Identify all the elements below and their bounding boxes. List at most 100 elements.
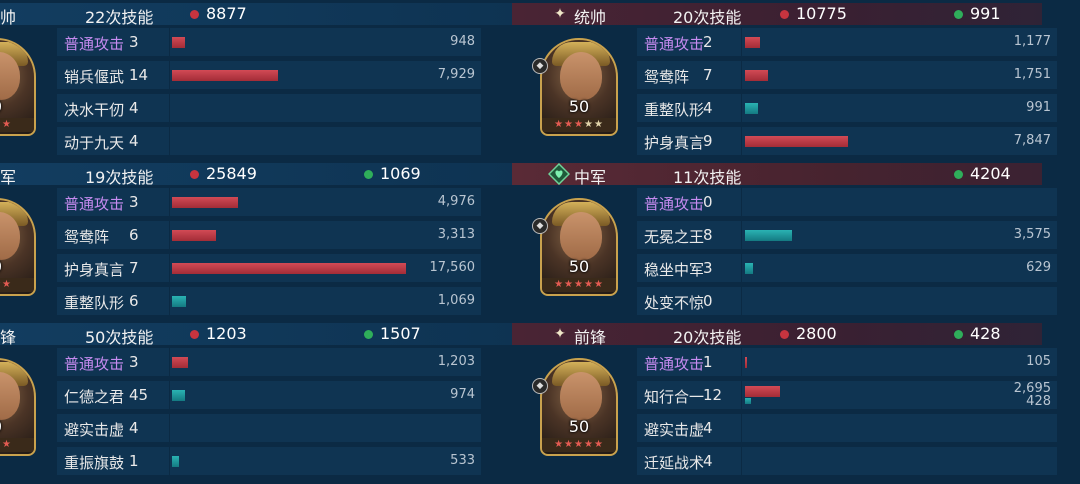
skill-name: 决水干仞 bbox=[64, 101, 125, 119]
skill-row: 避实击虚 4 bbox=[637, 414, 1057, 442]
skill-row: 普通攻击 1 105 bbox=[637, 348, 1057, 376]
panel-header: ✦ 前锋 20次技能 2800 428 bbox=[512, 323, 1042, 347]
general-level: 0 bbox=[0, 97, 34, 116]
portrait-face bbox=[560, 52, 602, 100]
skill-value: 991 bbox=[1026, 100, 1051, 115]
general-level: 0 bbox=[0, 257, 34, 276]
skill-row: 普通攻击 3 4,976 bbox=[57, 188, 481, 216]
skill-value: 7,929 bbox=[437, 67, 475, 82]
panel-header: 中军 11次技能 4204 bbox=[512, 162, 1042, 187]
bar-divider bbox=[741, 28, 742, 56]
skill-name: 重整队形 bbox=[64, 294, 125, 312]
skill-value: 2,695 428 bbox=[1014, 382, 1051, 408]
general-portrait[interactable]: 50 ★★★★★ bbox=[540, 198, 618, 296]
skill-name: 处变不惊 bbox=[644, 294, 705, 312]
skill-count: 20次技能 bbox=[673, 328, 742, 347]
heal-total: 4204 bbox=[970, 164, 1011, 183]
heal-total: 991 bbox=[970, 4, 1001, 23]
skill-cast-count: 3 bbox=[129, 193, 139, 211]
skill-cast-count: 1 bbox=[129, 452, 139, 470]
general-portrait[interactable]: 0 ★★★ bbox=[0, 358, 36, 456]
general-panel-left-top: 帅22次技能88770★★★普通攻击3948销兵偃武147,929决水干仞4动于… bbox=[0, 0, 540, 160]
damage-total: 1203 bbox=[206, 324, 247, 343]
skill-name: 销兵偃武 bbox=[64, 68, 125, 86]
skill-name: 鸳鸯阵 bbox=[644, 68, 690, 86]
skill-row: 避实击虚 4 bbox=[57, 414, 481, 442]
troop-type-icon: ◆ bbox=[532, 218, 548, 234]
skill-value: 3,575 bbox=[1013, 227, 1051, 242]
bar-divider bbox=[169, 447, 170, 475]
skill-value: 105 bbox=[1026, 354, 1051, 369]
star-icon: ★ bbox=[564, 439, 575, 450]
damage-total: 8877 bbox=[206, 4, 247, 23]
damage-bar bbox=[172, 197, 238, 208]
portrait-face bbox=[560, 212, 602, 260]
skill-name: 仁德之君 bbox=[64, 388, 125, 406]
heal-dot-icon bbox=[954, 330, 963, 339]
skill-row: 普通攻击 3 1,203 bbox=[57, 348, 481, 376]
skill-row: 动于九天 4 bbox=[57, 127, 481, 155]
heal-total: 428 bbox=[970, 324, 1001, 343]
skill-cast-count: 4 bbox=[129, 132, 139, 150]
heal-bar bbox=[172, 296, 186, 307]
bar-divider bbox=[741, 414, 742, 442]
bar-divider bbox=[741, 348, 742, 376]
skill-row: 知行合一 12 2,695 428 bbox=[637, 381, 1057, 409]
role-label: 军 bbox=[0, 168, 17, 187]
troop-type-icon: ◆ bbox=[532, 378, 548, 394]
skill-row: 鸳鸯阵 7 1,751 bbox=[637, 61, 1057, 89]
bar-divider bbox=[741, 381, 742, 409]
skill-name: 鸳鸯阵 bbox=[64, 228, 110, 246]
skill-cast-count: 4 bbox=[703, 99, 713, 117]
skill-value: 948 bbox=[450, 34, 475, 49]
bar-divider bbox=[741, 221, 742, 249]
damage-bar bbox=[172, 230, 216, 241]
star-icon: ★ bbox=[564, 119, 575, 130]
skill-value: 1,069 bbox=[437, 293, 475, 308]
skill-cast-count: 4 bbox=[129, 99, 139, 117]
skill-cast-count: 6 bbox=[129, 226, 139, 244]
heal-bar bbox=[745, 103, 758, 114]
troop-type-icon: ◆ bbox=[532, 58, 548, 74]
skill-name: 护身真言 bbox=[64, 261, 125, 279]
general-portrait[interactable]: 50 ★★★★★ bbox=[540, 358, 618, 456]
general-portrait[interactable]: 0 ★★★ bbox=[0, 38, 36, 136]
skill-row: 普通攻击 3 948 bbox=[57, 28, 481, 56]
panel-header: ✦ 统帅 20次技能 10775 991 bbox=[512, 3, 1042, 27]
bar-divider bbox=[169, 28, 170, 56]
skill-cast-count: 3 bbox=[129, 33, 139, 51]
skill-name: 知行合一 bbox=[644, 388, 705, 406]
star-rating: ★★★ bbox=[0, 438, 34, 452]
star-icon: ★ bbox=[574, 439, 584, 450]
skill-row: 普通攻击 2 1,177 bbox=[637, 28, 1057, 56]
star-icon: ★ bbox=[593, 279, 604, 290]
portrait-face bbox=[560, 372, 602, 420]
star-rating: ★★★★★ bbox=[542, 278, 616, 292]
skill-name: 无冕之王 bbox=[644, 228, 705, 246]
damage-bar bbox=[745, 386, 780, 397]
sparkle-icon: ✦ bbox=[554, 6, 566, 22]
bar-divider bbox=[169, 94, 170, 122]
skill-value: 17,560 bbox=[429, 260, 476, 275]
general-portrait[interactable]: 0 ★★★ bbox=[0, 198, 36, 296]
heal-dot-icon bbox=[954, 10, 963, 19]
star-icon: ★ bbox=[583, 439, 594, 450]
heal-bar bbox=[172, 456, 179, 467]
general-portrait[interactable]: 50 ★★★★★ bbox=[540, 38, 618, 136]
skill-row: 重振旗鼓 1 533 bbox=[57, 447, 481, 475]
skill-name: 避实击虚 bbox=[64, 421, 125, 439]
heal-dot-icon bbox=[954, 170, 963, 179]
skill-cast-count: 7 bbox=[129, 259, 139, 277]
star-icon: ★ bbox=[554, 119, 565, 130]
damage-bar bbox=[172, 37, 185, 48]
bar-divider bbox=[741, 61, 742, 89]
role-label: 前锋 bbox=[574, 328, 607, 347]
bar-divider bbox=[741, 254, 742, 282]
bar-divider bbox=[169, 188, 170, 216]
skill-count: 22次技能 bbox=[85, 8, 154, 27]
star-icon: ★ bbox=[564, 279, 575, 290]
damage-bar bbox=[745, 136, 848, 147]
skill-cast-count: 4 bbox=[703, 419, 713, 437]
skill-row: 普通攻击 0 bbox=[637, 188, 1057, 216]
skill-value: 1,203 bbox=[437, 354, 475, 369]
